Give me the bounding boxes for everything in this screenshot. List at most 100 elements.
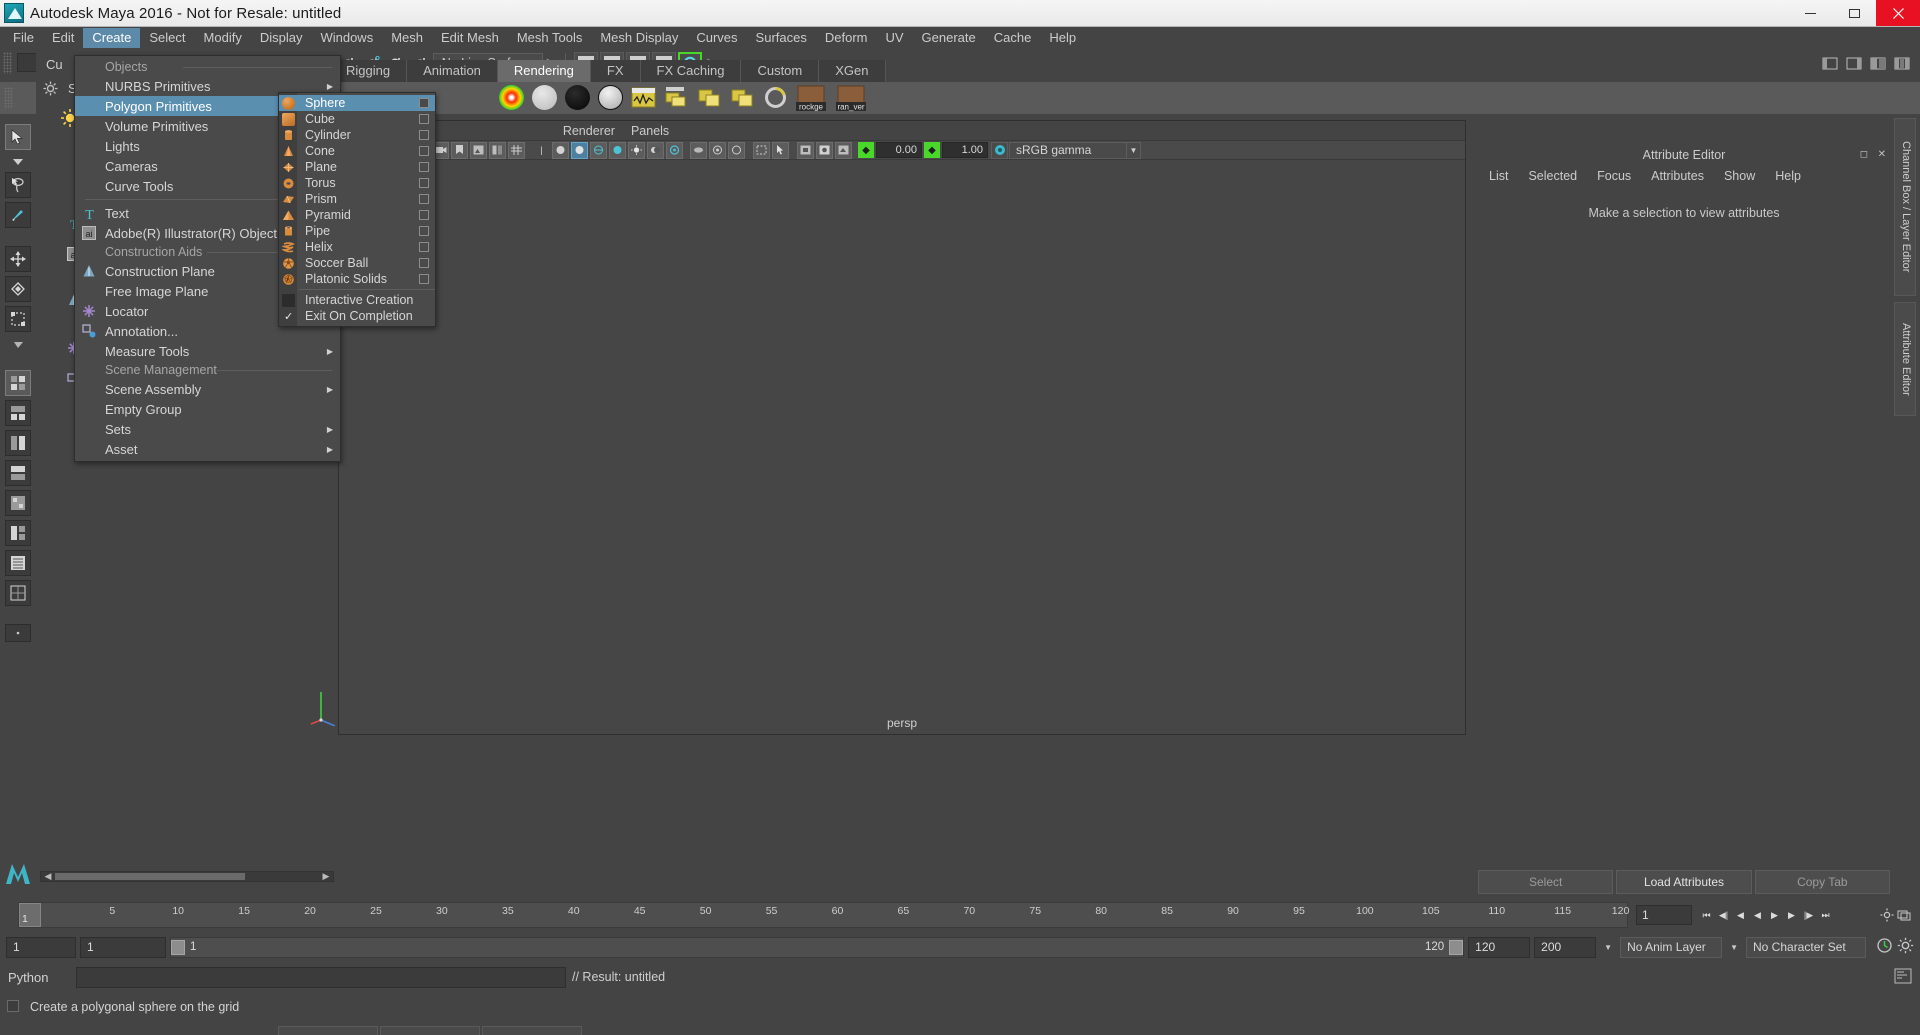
layout-outliner-button[interactable] bbox=[5, 550, 31, 576]
attr-menu-show[interactable]: Show bbox=[1715, 167, 1764, 185]
character-set-dropdown[interactable]: No Character Set bbox=[1746, 936, 1866, 958]
exposure-value-field[interactable]: 0.00 bbox=[876, 142, 922, 158]
time-slider-current-frame-handle[interactable]: 1 bbox=[19, 903, 41, 927]
menu-create[interactable]: Create bbox=[83, 28, 141, 48]
submenu-item-platonic-solids[interactable]: Platonic Solids bbox=[279, 271, 435, 287]
layout-hypershade-button[interactable] bbox=[5, 490, 31, 516]
paint-select-tool-button[interactable] bbox=[5, 202, 31, 228]
range-start-handle[interactable] bbox=[171, 939, 185, 955]
select-tool-button[interactable] bbox=[5, 124, 31, 150]
viewport-use-all-lights-icon[interactable] bbox=[628, 141, 645, 159]
viewport-iso-select-icon[interactable] bbox=[753, 141, 770, 159]
attr-menu-help[interactable]: Help bbox=[1766, 167, 1810, 185]
shelf-tab-fx-caching[interactable]: FX Caching bbox=[640, 60, 742, 82]
viewport-smooth-shade-icon[interactable] bbox=[571, 141, 588, 159]
vtab-attribute-editor[interactable]: Attribute Editor bbox=[1894, 302, 1916, 416]
viewport-menu-panels[interactable]: Panels bbox=[623, 123, 677, 139]
submenu-item-plane[interactable]: Plane bbox=[279, 159, 435, 175]
option-box[interactable] bbox=[419, 274, 429, 284]
playback-end-field[interactable]: 120 bbox=[1468, 936, 1531, 958]
minimize-button[interactable] bbox=[1788, 0, 1832, 26]
menu-surfaces[interactable]: Surfaces bbox=[747, 28, 816, 48]
submenu-item-soccer-ball[interactable]: Soccer Ball bbox=[279, 255, 435, 271]
submenu-item-pipe[interactable]: Pipe bbox=[279, 223, 435, 239]
menu-edit-mesh[interactable]: Edit Mesh bbox=[432, 28, 508, 48]
gain-value-field[interactable]: 1.00 bbox=[942, 142, 988, 158]
viewport-motion-blur-icon[interactable] bbox=[690, 141, 707, 159]
shelf-tab-custom[interactable]: Custom bbox=[741, 60, 820, 82]
scroll-left-arrow-icon[interactable]: ◀ bbox=[42, 871, 54, 881]
taskbar-item[interactable] bbox=[380, 1026, 480, 1035]
menu-item-asset[interactable]: Asset ▶ bbox=[75, 439, 340, 459]
gamma-dropdown[interactable]: sRGB gamma bbox=[1009, 141, 1127, 159]
menu-modify[interactable]: Modify bbox=[195, 28, 251, 48]
lasso-tool-button[interactable] bbox=[5, 172, 31, 198]
shelf-render-layer-icon[interactable] bbox=[664, 85, 691, 112]
viewport-shaded-mode-icon[interactable] bbox=[552, 141, 569, 159]
viewport-menu-renderer[interactable]: Renderer bbox=[555, 123, 623, 139]
viewport-xray-icon[interactable] bbox=[709, 141, 726, 159]
tool-dropdown-arrow-icon[interactable] bbox=[5, 154, 31, 168]
menu-mesh[interactable]: Mesh bbox=[382, 28, 432, 48]
option-box[interactable] bbox=[419, 98, 429, 108]
layout-three-pane-button[interactable] bbox=[5, 520, 31, 546]
maximize-button[interactable] bbox=[1832, 0, 1876, 26]
attr-copy-tab-button[interactable]: Copy Tab bbox=[1754, 870, 1890, 894]
shelf-lambert-material-icon[interactable] bbox=[532, 84, 559, 112]
menu-select[interactable]: Select bbox=[140, 28, 194, 48]
viewport-render-snapshot-icon[interactable] bbox=[816, 141, 833, 159]
animation-preferences-icon[interactable] bbox=[1878, 905, 1895, 925]
menu-edit[interactable]: Edit bbox=[43, 28, 83, 48]
viewport-bookmark-icon[interactable] bbox=[451, 141, 468, 159]
attr-select-button[interactable]: Select bbox=[1478, 870, 1614, 894]
menu-windows[interactable]: Windows bbox=[311, 28, 382, 48]
submenu-item-cone[interactable]: Cone bbox=[279, 143, 435, 159]
submenu-item-sphere[interactable]: Sphere bbox=[279, 95, 435, 111]
step-forward-key-button[interactable]: |▶ bbox=[1800, 905, 1817, 925]
scrollbar-thumb[interactable] bbox=[55, 873, 245, 880]
shelf-render-setup-icon[interactable] bbox=[730, 85, 757, 112]
menu-uv[interactable]: UV bbox=[876, 28, 912, 48]
shelf-blinn-material-icon[interactable] bbox=[565, 84, 592, 112]
animation-preferences-button[interactable] bbox=[1897, 937, 1914, 957]
shelf-texture-node-icon[interactable] bbox=[631, 85, 658, 112]
play-backwards-button[interactable]: ◀ bbox=[1749, 905, 1766, 925]
go-to-end-button[interactable]: ⏭ bbox=[1817, 905, 1834, 925]
menu-item-scene-assembly[interactable]: Scene Assembly ▶ bbox=[75, 379, 340, 399]
range-dropdown-arrow-icon[interactable]: ▼ bbox=[1600, 943, 1616, 952]
option-box[interactable] bbox=[419, 258, 429, 268]
menu-item-sets[interactable]: Sets ▶ bbox=[75, 419, 340, 439]
menu-display[interactable]: Display bbox=[251, 28, 312, 48]
shelf-tab-fx[interactable]: FX bbox=[590, 60, 641, 82]
option-box[interactable] bbox=[419, 146, 429, 156]
shelf-tab-xgen[interactable]: XGen bbox=[819, 60, 886, 82]
range-slider-bar[interactable]: 1 120 bbox=[170, 936, 1465, 958]
vtab-channel-box-layer-editor[interactable]: Channel Box / Layer Editor bbox=[1894, 118, 1916, 296]
range-end-handle[interactable] bbox=[1449, 939, 1464, 955]
range-start-field[interactable]: 1 bbox=[6, 936, 76, 958]
command-input-field[interactable] bbox=[76, 966, 566, 988]
toolbox-more-button[interactable] bbox=[5, 624, 31, 642]
shelf-ramp-shader-icon[interactable] bbox=[499, 84, 526, 112]
viewport-render-region-icon[interactable] bbox=[797, 141, 814, 159]
shelf-custom-icon-ran-ver[interactable]: ran_ver bbox=[836, 85, 870, 112]
viewport-shadows-icon[interactable] bbox=[647, 141, 664, 159]
anim-layer-arrow-icon[interactable]: ▼ bbox=[1726, 943, 1742, 952]
layout-four-view-button[interactable] bbox=[5, 370, 31, 396]
menu-mesh-display[interactable]: Mesh Display bbox=[591, 28, 687, 48]
close-button[interactable] bbox=[1876, 0, 1920, 26]
attr-menu-focus[interactable]: Focus bbox=[1588, 167, 1640, 185]
submenu-toggle-exit-on-completion[interactable]: ✓ Exit On Completion bbox=[279, 308, 435, 324]
scale-tool-button[interactable] bbox=[5, 306, 31, 332]
option-box[interactable] bbox=[419, 210, 429, 220]
layout-uv-editor-button[interactable] bbox=[5, 580, 31, 606]
menu-curves[interactable]: Curves bbox=[687, 28, 746, 48]
move-tool-button[interactable] bbox=[5, 246, 31, 272]
shelf-tab-rigging[interactable]: Rigging bbox=[330, 60, 408, 82]
shelf-custom-icon-rockge[interactable]: rockge bbox=[796, 85, 830, 112]
play-forwards-button[interactable]: ▶ bbox=[1766, 905, 1783, 925]
rotate-tool-button[interactable] bbox=[5, 276, 31, 302]
undock-icon[interactable]: ◻ bbox=[1860, 149, 1868, 160]
go-to-start-button[interactable]: ⏮ bbox=[1698, 905, 1715, 925]
submenu-item-helix[interactable]: Helix bbox=[279, 239, 435, 255]
